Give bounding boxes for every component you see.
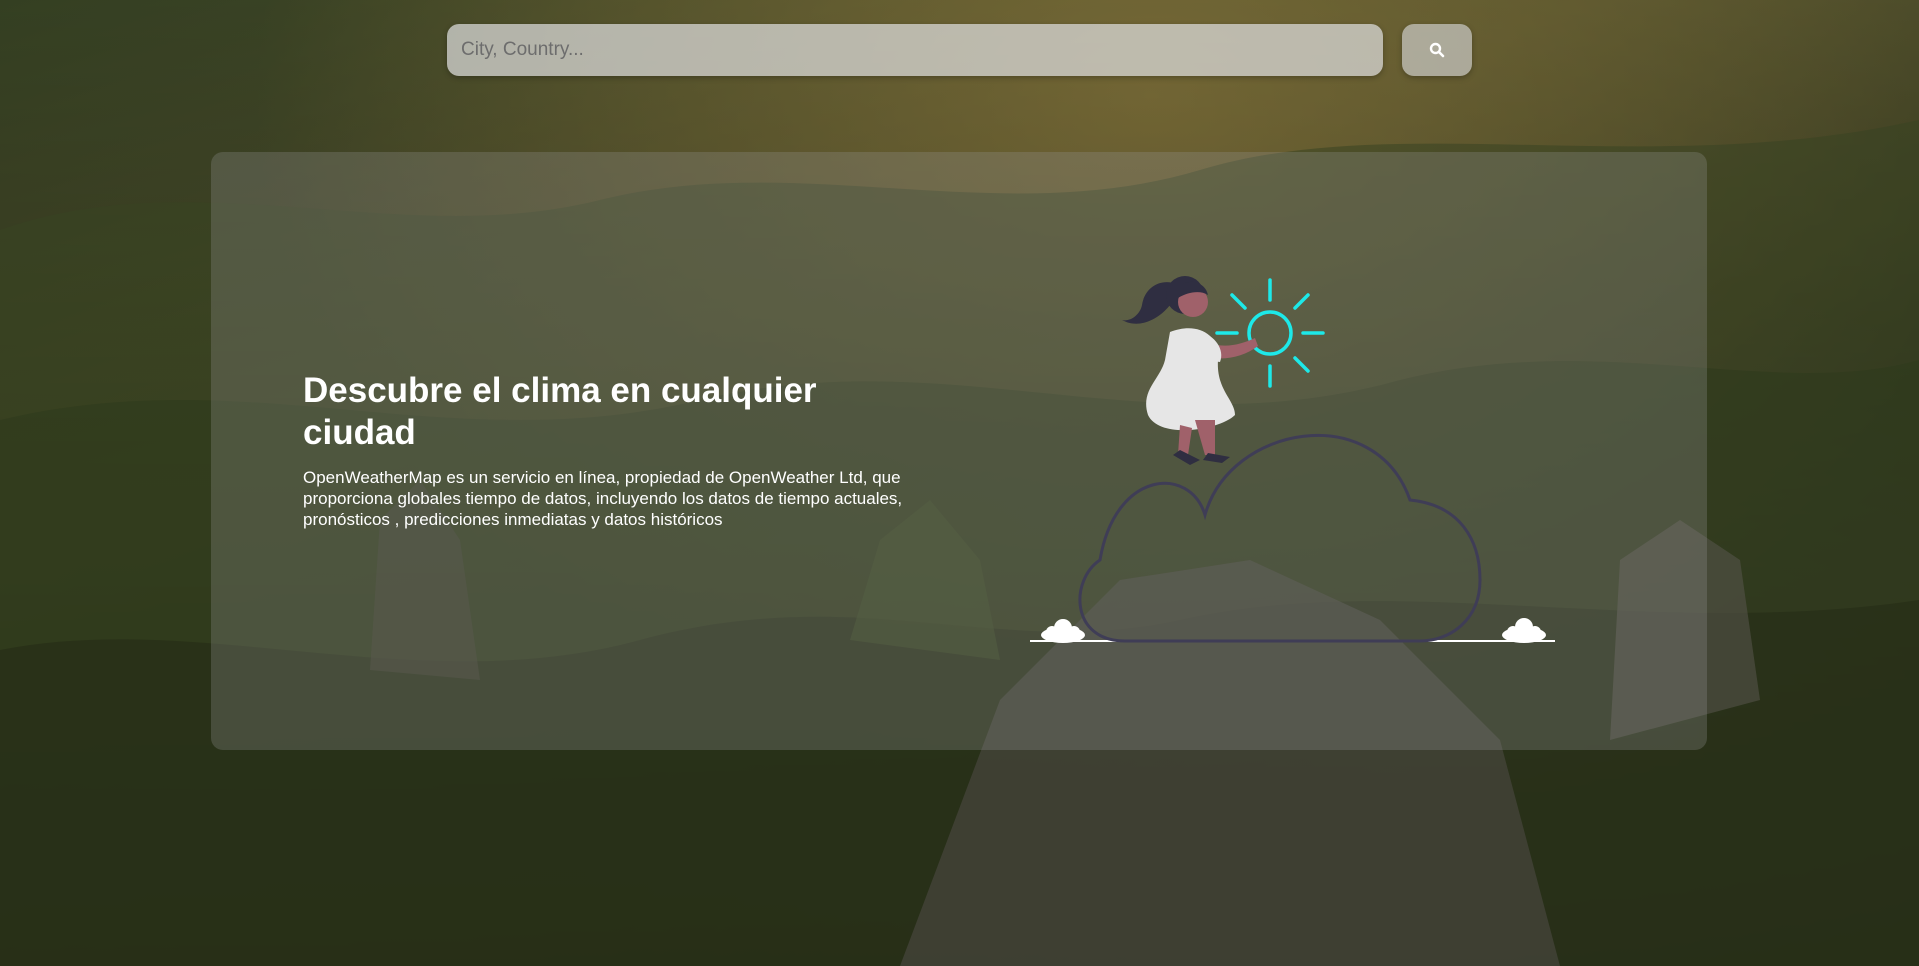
woman-holding-sun-illustration — [1030, 276, 1555, 643]
search-button[interactable] — [1402, 24, 1472, 76]
search-input[interactable] — [447, 24, 1383, 76]
cloud-outline-icon — [1078, 434, 1482, 643]
sun-icon — [1215, 278, 1325, 388]
small-cloud-left-icon — [1041, 619, 1085, 643]
search-icon — [1429, 42, 1445, 58]
hero-title: Descubre el clima en cualquier ciudad — [303, 371, 817, 452]
small-cloud-right-icon — [1502, 618, 1546, 643]
woman-figure — [1122, 276, 1258, 465]
hero-description: OpenWeatherMap es un servicio en línea, … — [303, 468, 903, 529]
